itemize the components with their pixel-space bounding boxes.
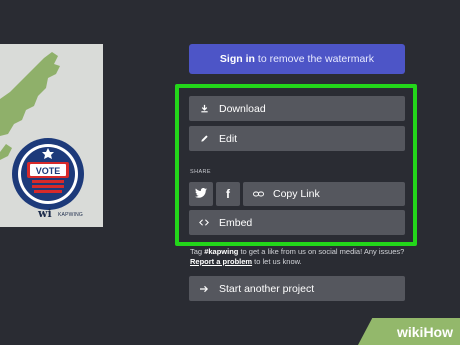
edit-label: Edit bbox=[219, 132, 238, 145]
facebook-icon: f bbox=[226, 187, 230, 201]
hashtag: #kapwing bbox=[204, 247, 239, 256]
pencil-icon bbox=[189, 134, 219, 143]
download-icon bbox=[189, 104, 219, 113]
embed-label: Embed bbox=[219, 216, 253, 229]
share-label: SHARE bbox=[190, 169, 211, 175]
watermark-subtext: KAPWING bbox=[58, 212, 84, 218]
edit-button[interactable]: Edit bbox=[189, 126, 405, 151]
start-another-project-button[interactable]: Start another project bbox=[189, 276, 405, 301]
code-icon bbox=[189, 219, 219, 226]
wikihow-logo: wikiHow bbox=[358, 318, 460, 345]
watermark-text: wi bbox=[38, 207, 52, 220]
twitter-share-button[interactable] bbox=[189, 182, 213, 206]
download-label: Download bbox=[219, 102, 266, 115]
signin-bold-label: Sign in bbox=[219, 53, 255, 65]
wikihow-logo-text: wikiHow bbox=[396, 323, 453, 340]
link-icon bbox=[243, 191, 273, 197]
copy-link-label: Copy Link bbox=[273, 188, 320, 200]
download-button[interactable]: Download bbox=[189, 96, 405, 121]
twitter-icon bbox=[195, 185, 207, 203]
map-illustration bbox=[0, 52, 84, 210]
vote-badge-text: VOTE bbox=[35, 166, 61, 176]
signin-rest-label: to remove the watermark bbox=[257, 53, 375, 65]
signin-button[interactable]: Sign in to remove the watermark bbox=[189, 44, 405, 74]
social-tagline: Tag #kapwing to get a like from us on so… bbox=[190, 247, 415, 267]
embed-button[interactable]: Embed bbox=[189, 210, 405, 235]
arrow-right-icon bbox=[189, 285, 219, 293]
copy-link-button[interactable]: Copy Link bbox=[243, 182, 405, 206]
tagline-text-2: to get a like from us on social media! A… bbox=[238, 247, 405, 256]
tagline-text-3: to let us know. bbox=[252, 257, 302, 266]
tagline-text-1: Tag bbox=[190, 247, 205, 256]
start-another-project-label: Start another project bbox=[219, 282, 315, 295]
report-problem-link[interactable]: Report a problem bbox=[190, 257, 252, 266]
facebook-share-button[interactable]: f bbox=[216, 182, 240, 206]
video-preview: VOTE wi KAPWING bbox=[0, 44, 103, 227]
